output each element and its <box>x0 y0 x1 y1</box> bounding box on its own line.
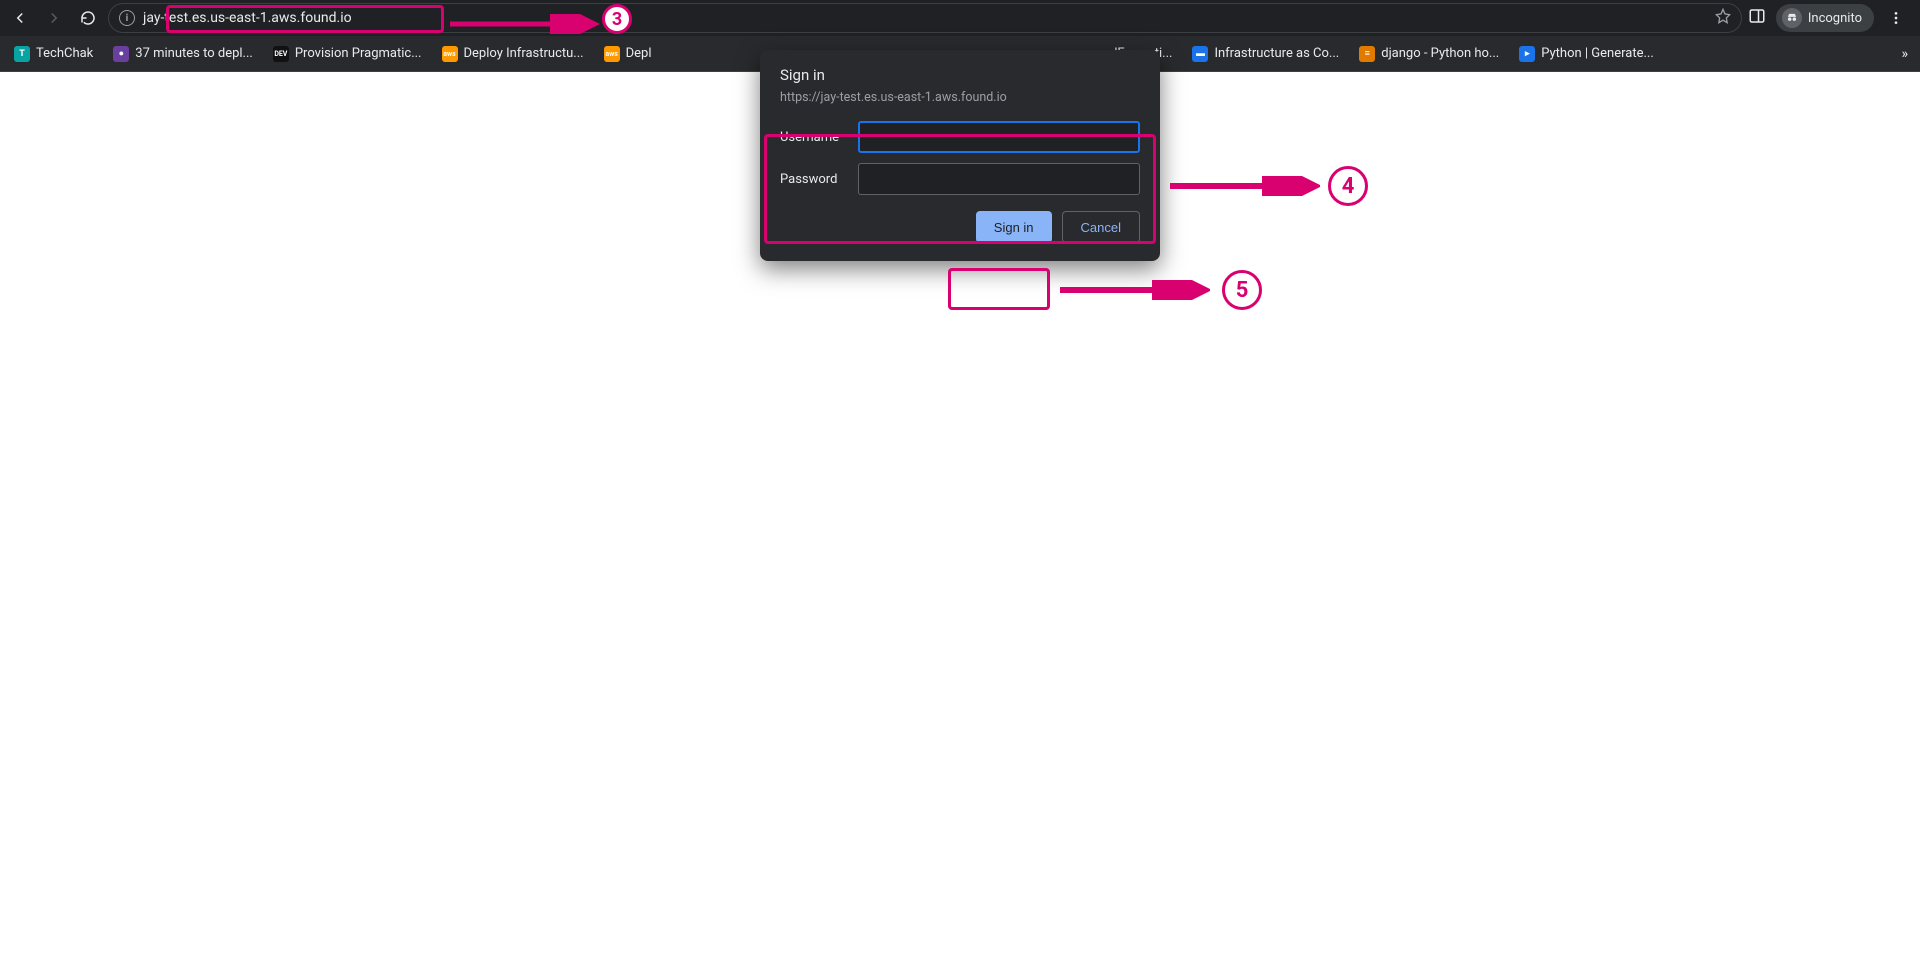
cancel-button[interactable]: Cancel <box>1062 211 1140 243</box>
annotation-box-signin <box>948 268 1050 310</box>
bookmark-label: Provision Pragmatic... <box>295 46 422 61</box>
annotation-arrow-5 <box>1060 280 1210 300</box>
bookmark-label: 37 minutes to depl... <box>135 46 253 61</box>
toolbar-right: Incognito <box>1748 4 1914 32</box>
username-input[interactable] <box>858 121 1140 153</box>
bookmarks-overflow-button[interactable]: » <box>1895 42 1914 66</box>
site-info-icon[interactable]: i <box>119 10 135 26</box>
bookmark-favicon: ▬ <box>1192 46 1208 62</box>
bookmark-item[interactable]: ● 37 minutes to depl... <box>105 42 261 66</box>
bookmark-label: Depl <box>626 46 652 61</box>
username-row: Username <box>780 121 1140 153</box>
address-bar[interactable]: i jay-test.es.us-east-1.aws.found.io <box>108 3 1742 33</box>
forward-button[interactable] <box>40 4 68 32</box>
auth-dialog: Sign in https://jay-test.es.us-east-1.aw… <box>760 50 1160 261</box>
annotation-number-4: 4 <box>1328 166 1368 206</box>
incognito-label: Incognito <box>1808 11 1862 26</box>
annotation-number-5: 5 <box>1222 270 1262 310</box>
signin-button[interactable]: Sign in <box>976 211 1052 243</box>
browser-toolbar: i jay-test.es.us-east-1.aws.found.io Inc… <box>0 0 1920 36</box>
bookmark-favicon: ▸ <box>1519 46 1535 62</box>
bookmark-label: TechChak <box>36 46 93 61</box>
bookmark-item[interactable]: aws Deploy Infrastructu... <box>434 42 592 66</box>
bookmark-favicon: ● <box>113 46 129 62</box>
password-input[interactable] <box>858 163 1140 195</box>
bookmark-favicon: T <box>14 46 30 62</box>
incognito-badge[interactable]: Incognito <box>1776 4 1874 32</box>
password-label: Password <box>780 172 858 187</box>
bookmark-label: Python | Generate... <box>1541 46 1654 61</box>
bookmark-item[interactable]: T TechChak <box>6 42 101 66</box>
auth-dialog-origin: https://jay-test.es.us-east-1.aws.found.… <box>780 90 1140 105</box>
auth-dialog-title: Sign in <box>780 66 1140 84</box>
browser-menu-button[interactable] <box>1884 6 1908 30</box>
bookmark-item[interactable]: ≡ django - Python ho... <box>1351 42 1507 66</box>
back-button[interactable] <box>6 4 34 32</box>
bookmark-favicon: ≡ <box>1359 46 1375 62</box>
bookmark-item[interactable]: ▬ Infrastructure as Co... <box>1184 42 1347 66</box>
bookmark-favicon: DEV <box>273 46 289 62</box>
password-row: Password <box>780 163 1140 195</box>
bookmark-item[interactable]: ▸ Python | Generate... <box>1511 42 1662 66</box>
bookmark-favicon: aws <box>442 46 458 62</box>
dialog-actions: Sign in Cancel <box>780 211 1140 243</box>
bookmark-label: Deploy Infrastructu... <box>464 46 584 61</box>
bookmark-favicon: aws <box>604 46 620 62</box>
bookmark-label: django - Python ho... <box>1381 46 1499 61</box>
url-text: jay-test.es.us-east-1.aws.found.io <box>143 10 352 26</box>
reload-button[interactable] <box>74 4 102 32</box>
bookmark-item[interactable]: aws Depl <box>596 42 660 66</box>
annotation-arrow-4 <box>1170 176 1320 196</box>
username-label: Username <box>780 130 858 145</box>
incognito-icon <box>1782 8 1802 28</box>
bookmark-item[interactable]: DEV Provision Pragmatic... <box>265 42 430 66</box>
bookmark-label: Infrastructure as Co... <box>1214 46 1339 61</box>
side-panel-icon[interactable] <box>1748 7 1766 29</box>
bookmark-star-icon[interactable] <box>1715 8 1731 28</box>
